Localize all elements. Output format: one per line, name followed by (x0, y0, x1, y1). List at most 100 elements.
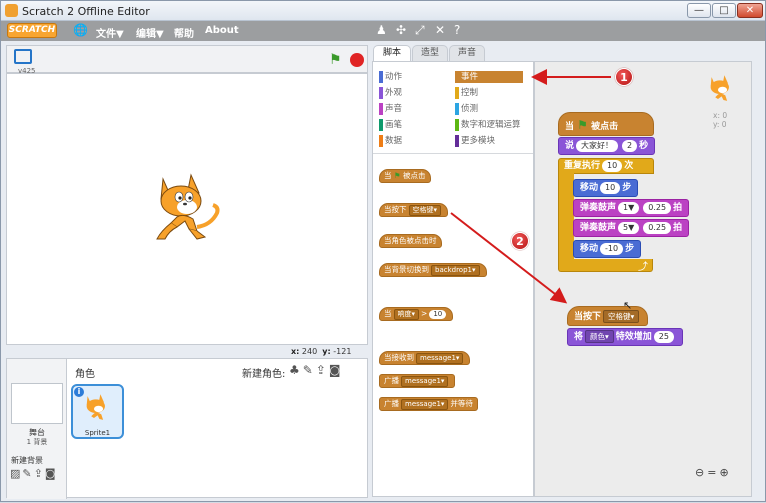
backdrop-paint-icon[interactable]: ✎ (22, 467, 33, 480)
maximize-button[interactable]: □ (712, 3, 736, 18)
palette-receive-block[interactable]: 当接收到 message1▾ (379, 351, 471, 365)
script-key-hat-block[interactable]: 当按下 空格键▾ (567, 306, 649, 326)
repeat-block-arm (558, 173, 574, 263)
say-block[interactable]: 说大家好！ 2 秒 (558, 137, 656, 155)
category-item[interactable]: 外观 (379, 87, 457, 99)
broadcast-wait-message-dropdown[interactable]: message1▾ (401, 399, 449, 410)
window-title: Scratch 2 Offline Editor (22, 5, 150, 18)
drum-block-1[interactable]: 弹奏鼓声 1▼ 0.25 拍 (573, 199, 690, 217)
move-steps-input-2[interactable]: -10 (600, 243, 624, 255)
sensor-dropdown[interactable]: 响度▾ (393, 309, 420, 320)
effect-value-input[interactable]: 25 (653, 331, 674, 343)
category-color-swatch (455, 135, 459, 147)
app-icon (5, 4, 18, 17)
annotation-marker-1: 1 (615, 68, 633, 86)
minimize-button[interactable]: — (687, 3, 711, 18)
cut-icon[interactable]: ✣ (396, 23, 406, 37)
loop-arrow-icon: ⤴ (638, 262, 648, 273)
category-item[interactable]: 数字和逻辑运算 (455, 119, 533, 131)
category-item[interactable]: 侦测 (455, 103, 533, 115)
menu-edit[interactable]: 编辑▼ (136, 25, 164, 40)
backdrop-camera-icon[interactable]: ◙ (45, 467, 58, 480)
palette-broadcast-block[interactable]: 广播 message1▾ (379, 374, 456, 388)
zoom-reset-icon[interactable]: = (707, 466, 719, 479)
close-button[interactable]: ✕ (737, 3, 763, 18)
help-icon[interactable]: ? (454, 23, 460, 37)
key-dropdown[interactable]: 空格键▾ (408, 205, 442, 216)
palette-backdrop-switch-block[interactable]: 当背景切换到 backdrop1▾ (379, 263, 487, 277)
category-color-swatch (379, 87, 383, 99)
menu-file[interactable]: 文件▼ (96, 25, 124, 40)
tab-costumes[interactable]: 造型 (412, 45, 448, 62)
broadcast-message-dropdown[interactable]: message1▾ (401, 376, 449, 387)
drum-block-2[interactable]: 弹奏鼓声 5▼ 0.25 拍 (573, 219, 690, 237)
palette-sprite-click-block[interactable]: 当角色被点击时 (379, 234, 442, 248)
move-block-1[interactable]: 移动 10 步 (573, 179, 639, 197)
category-item[interactable]: 动作 (379, 71, 457, 83)
drum-beats-input-2[interactable]: 0.25 (643, 222, 672, 234)
menu-about[interactable]: About (205, 25, 239, 36)
palette-key-hat-block[interactable]: 当按下 空格键▾ (379, 203, 449, 217)
category-label: 数字和逻辑运算 (461, 120, 521, 130)
sprite-paint-icon[interactable]: ✎ (303, 363, 316, 377)
zoom-controls: ⊖=⊕ (695, 466, 732, 479)
say-text-input[interactable]: 大家好！ (576, 140, 619, 152)
scratch-logo[interactable]: SCRATCH (7, 23, 57, 38)
zoom-in-icon[interactable]: ⊕ (719, 466, 731, 479)
sensor-value-input[interactable]: 10 (429, 310, 447, 319)
stage-info-column: 舞台 1 背景 新建背景 ▨✎⇪◙ (7, 359, 67, 499)
category-label: 动作 (385, 72, 403, 82)
palette-sensor-hat-block[interactable]: 当响度▾ >10 (379, 307, 454, 321)
say-seconds-input[interactable]: 2 (622, 140, 638, 152)
palette-broadcast-wait-block[interactable]: 广播 message1▾ 并等待 (379, 397, 478, 411)
category-color-swatch (379, 119, 383, 131)
script-flag-hat-block[interactable]: 当 ⚑ 被点击 (558, 112, 654, 136)
move-steps-input-1[interactable]: 10 (600, 182, 621, 194)
repeat-count-input[interactable]: 10 (602, 160, 623, 172)
category-color-swatch (455, 87, 459, 99)
fullscreen-icon[interactable] (14, 49, 32, 64)
backdrop-dropdown[interactable]: backdrop1▾ (431, 265, 480, 276)
sprite-library-icon[interactable]: ♣ (289, 363, 303, 377)
script-key-dropdown[interactable]: 空格键▾ (603, 310, 640, 323)
category-item[interactable]: 控制 (455, 87, 533, 99)
green-flag-icon[interactable]: ⚑ (329, 52, 342, 68)
category-color-swatch (455, 119, 459, 131)
repeat-block-bottom: ⤴ (558, 259, 653, 273)
drum-select-1[interactable]: 1▼ (618, 202, 640, 214)
backdrop-library-icon[interactable]: ▨ (10, 467, 22, 480)
stop-icon[interactable] (350, 53, 364, 67)
move-block-2[interactable]: 移动 -10 步 (573, 240, 642, 258)
sprite-panel: 舞台 1 背景 新建背景 ▨✎⇪◙ 角色 新建角色: ♣✎⇪◙ i Sprite… (6, 358, 368, 499)
palette-flag-hat-block[interactable]: 当 ⚑ 被点击 (379, 169, 431, 183)
zoom-out-icon[interactable]: ⊖ (695, 466, 707, 479)
tab-sounds[interactable]: 声音 (449, 45, 485, 62)
effect-dropdown[interactable]: 颜色▾ (585, 330, 614, 343)
stage-thumbnail[interactable] (11, 383, 63, 424)
category-item[interactable]: 声音 (379, 103, 457, 115)
cat-sprite-image[interactable] (153, 169, 223, 241)
shrink-icon[interactable]: ✕ (435, 23, 445, 37)
stamp-icon[interactable]: ♟ (376, 23, 387, 37)
category-item[interactable]: 画笔 (379, 119, 457, 131)
drum-select-2[interactable]: 5▼ (618, 222, 640, 234)
category-item[interactable]: 数据 (379, 135, 457, 147)
category-item[interactable]: 更多模块 (455, 135, 533, 147)
receive-message-dropdown[interactable]: message1▾ (416, 353, 464, 364)
block-palette: 动作 事件外观 控制声音 侦测画笔 数字和逻辑运算 数据 更多模块 (372, 61, 534, 497)
sprites-header-label: 角色 (75, 369, 95, 380)
change-effect-block[interactable]: 将颜色▾ 特效增加 25 (567, 328, 683, 346)
menu-help[interactable]: 帮助 (174, 25, 194, 40)
sprite-position: x: 0 y: 0 (713, 111, 727, 129)
grow-icon[interactable]: ⤢ (415, 23, 425, 38)
language-globe-icon[interactable]: 🌐 (73, 23, 88, 37)
backdrop-upload-icon[interactable]: ⇪ (34, 467, 45, 480)
sprite-tile[interactable]: i Sprite1 (71, 384, 124, 439)
drum-beats-input-1[interactable]: 0.25 (643, 202, 672, 214)
current-sprite-icon (710, 75, 729, 101)
sprite-camera-icon[interactable]: ◙ (329, 363, 344, 377)
mouse-coordinates: x: 240 y: -121 (291, 347, 352, 356)
sprite-upload-icon[interactable]: ⇪ (316, 363, 329, 377)
category-item[interactable]: 事件 (455, 71, 523, 83)
stage-canvas[interactable] (6, 73, 368, 345)
